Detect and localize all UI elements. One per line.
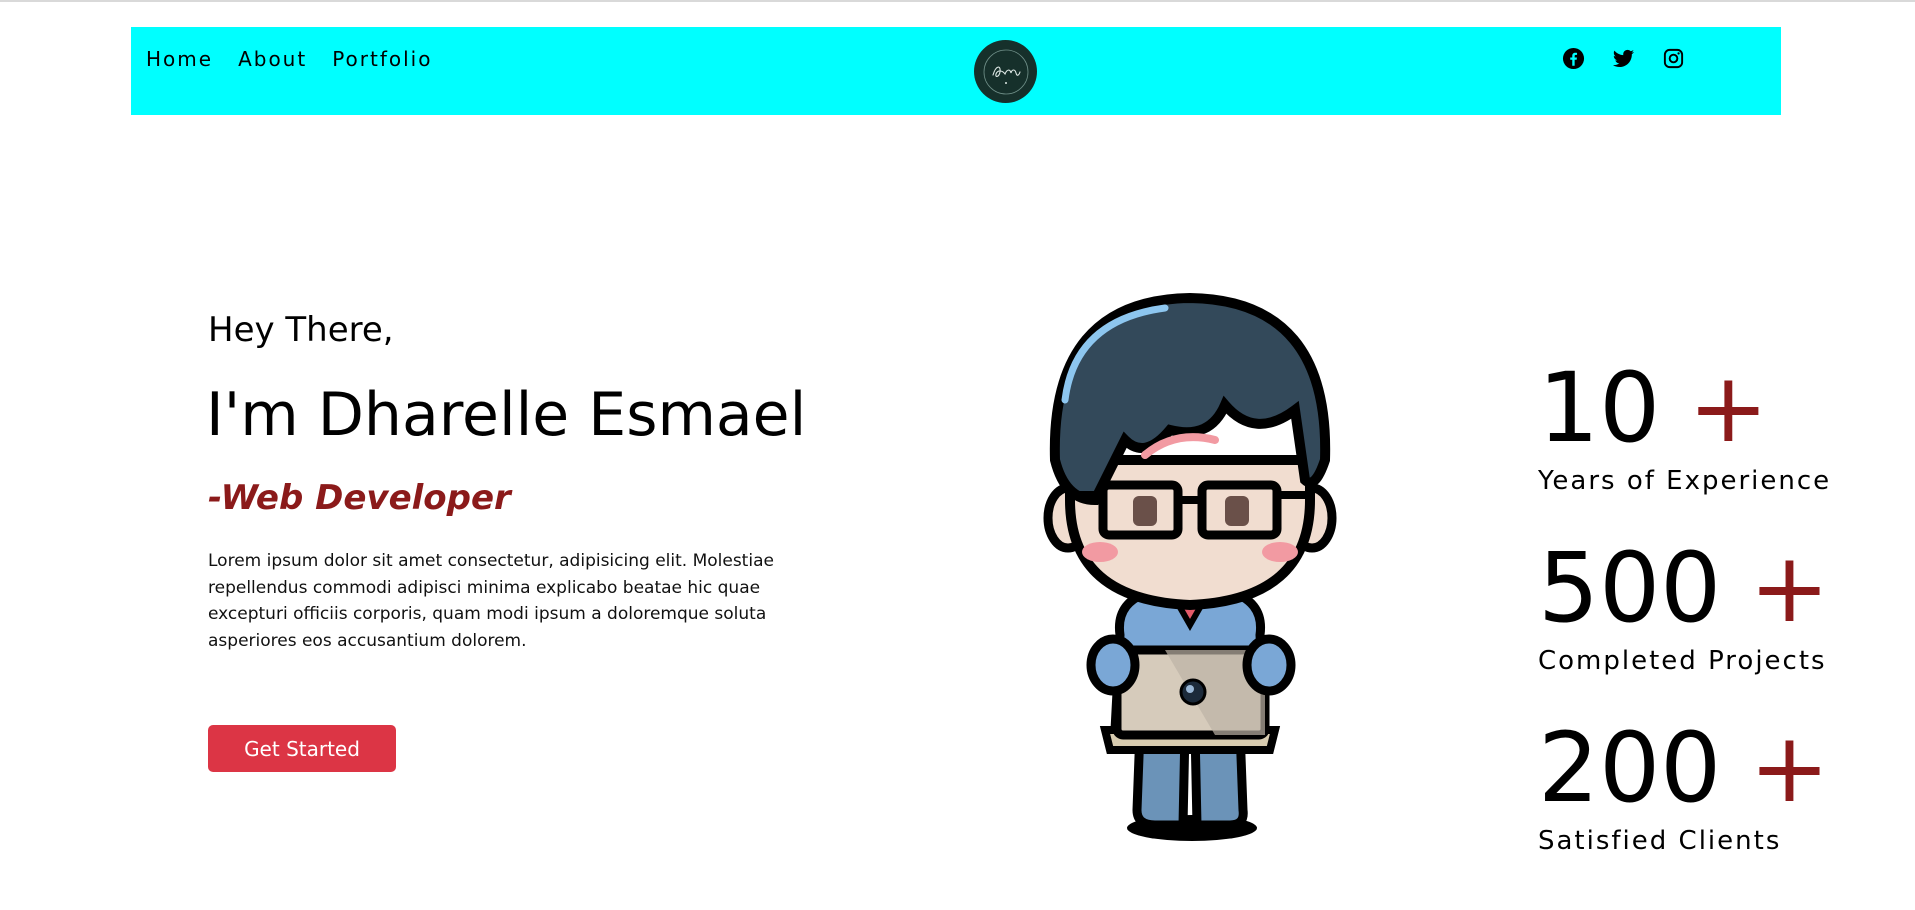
- stat-years: 10 + Years of Experience: [1538, 360, 1831, 496]
- developer-avatar-illustration: [1043, 292, 1337, 841]
- logo-mark: [983, 49, 1028, 94]
- nav-link-portfolio[interactable]: Portfolio: [332, 47, 432, 71]
- hero-description: Lorem ipsum dolor sit amet consectetur, …: [208, 551, 774, 651]
- stat-value: 10: [1538, 352, 1661, 464]
- stat-projects: 500 + Completed Projects: [1538, 540, 1830, 676]
- hero-role: -Web Developer: [208, 478, 511, 518]
- stat-value: 500: [1538, 532, 1722, 644]
- stat-number: 500 +: [1538, 540, 1830, 636]
- nav-link-about[interactable]: About: [238, 47, 307, 71]
- stat-number: 200 +: [1538, 720, 1830, 816]
- nav-links: Home About Portfolio: [146, 47, 432, 71]
- stat-plus: +: [1688, 352, 1769, 464]
- instagram-icon[interactable]: [1662, 47, 1685, 70]
- stat-label: Satisfied Clients: [1538, 826, 1782, 856]
- stat-label: Completed Projects: [1538, 646, 1827, 676]
- nav-link-home[interactable]: Home: [146, 47, 213, 71]
- top-border: [0, 0, 1915, 2]
- stat-value: 200: [1538, 712, 1722, 824]
- hero-greeting: Hey There,: [208, 310, 394, 350]
- stat-number: 10 +: [1538, 360, 1831, 456]
- get-started-button[interactable]: Get Started: [208, 725, 396, 772]
- logo[interactable]: [974, 40, 1037, 103]
- social-links: [1562, 47, 1685, 70]
- facebook-icon[interactable]: [1562, 47, 1585, 70]
- stat-plus: +: [1749, 532, 1830, 644]
- hero-name: I'm Dharelle Esmael: [206, 380, 807, 450]
- stat-plus: +: [1749, 712, 1830, 824]
- navbar: Home About Portfolio: [131, 27, 1781, 115]
- stat-label: Years of Experience: [1538, 466, 1832, 496]
- stat-clients: 200 + Satisfied Clients: [1538, 720, 1830, 856]
- twitter-icon[interactable]: [1612, 47, 1635, 70]
